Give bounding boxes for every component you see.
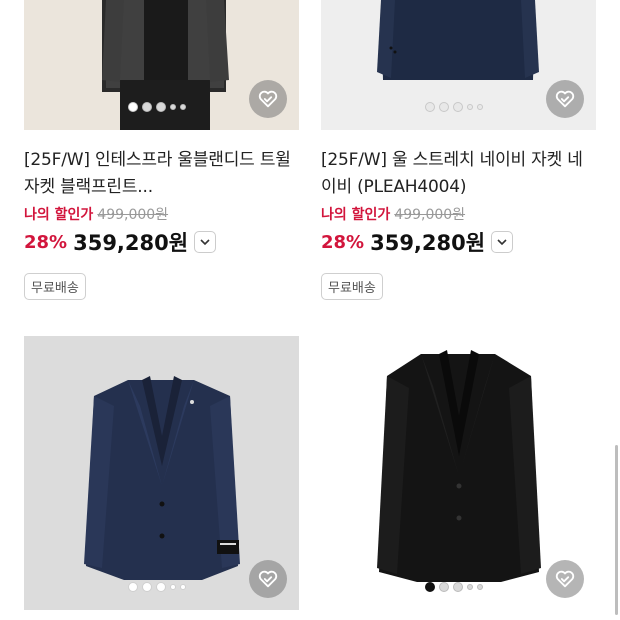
product-image[interactable] bbox=[321, 336, 596, 610]
wishlist-button[interactable] bbox=[546, 560, 584, 598]
sale-price: 359,280원 bbox=[73, 231, 189, 255]
chevron-down-icon bbox=[200, 239, 210, 246]
heart-check-icon bbox=[258, 90, 278, 108]
sale-label: 나의 할인가 bbox=[321, 207, 391, 223]
product-card[interactable]: [25F/W] 인테스프라 울블랜디드 트윌 자켓 블랙프린트... 나의 할인… bbox=[24, 0, 299, 300]
pager-dot[interactable] bbox=[142, 102, 152, 112]
discount-rate: 28% bbox=[24, 231, 68, 253]
price-detail-toggle[interactable] bbox=[491, 231, 514, 253]
product-image[interactable] bbox=[24, 0, 299, 130]
scrollbar[interactable] bbox=[615, 445, 618, 615]
free-shipping-badge: 무료배송 bbox=[24, 273, 86, 300]
price-detail-toggle[interactable] bbox=[194, 231, 217, 253]
pager-dot[interactable] bbox=[453, 582, 463, 592]
heart-check-icon bbox=[258, 570, 278, 588]
pager-dot[interactable] bbox=[142, 582, 152, 592]
pager-dot[interactable] bbox=[128, 102, 138, 112]
product-card[interactable] bbox=[24, 336, 299, 610]
product-name[interactable]: [25F/W] 울 스트레치 네이비 자켓 네이비 (PLEAH4004) bbox=[321, 147, 596, 201]
product-image[interactable] bbox=[321, 0, 596, 130]
pager-dot[interactable] bbox=[170, 104, 176, 110]
sale-label: 나의 할인가 bbox=[24, 207, 94, 223]
product-card[interactable] bbox=[321, 336, 596, 610]
pager-dot[interactable] bbox=[156, 582, 166, 592]
product-card[interactable]: [25F/W] 울 스트레치 네이비 자켓 네이비 (PLEAH4004) 나의… bbox=[321, 0, 596, 300]
free-shipping-badge: 무료배송 bbox=[321, 273, 383, 300]
pager-dot[interactable] bbox=[128, 582, 138, 592]
discount-rate: 28% bbox=[321, 231, 365, 253]
product-name[interactable]: [25F/W] 인테스프라 울블랜디드 트윌 자켓 블랙프린트... bbox=[24, 147, 299, 201]
pager-dot[interactable] bbox=[477, 104, 483, 110]
pager-dot[interactable] bbox=[453, 102, 463, 112]
wishlist-button[interactable] bbox=[249, 80, 287, 118]
wishlist-button[interactable] bbox=[249, 560, 287, 598]
sale-price: 359,280원 bbox=[370, 231, 486, 255]
chevron-down-icon bbox=[497, 239, 507, 246]
pager-dot[interactable] bbox=[425, 582, 435, 592]
original-price: 499,000원 bbox=[97, 207, 169, 223]
wishlist-button[interactable] bbox=[546, 80, 584, 118]
pager-dot[interactable] bbox=[439, 582, 449, 592]
pager-dot[interactable] bbox=[156, 102, 166, 112]
product-image[interactable] bbox=[24, 336, 299, 610]
pager-dot[interactable] bbox=[467, 584, 473, 590]
pager-dot[interactable] bbox=[180, 104, 186, 110]
pager-dot[interactable] bbox=[425, 102, 435, 112]
heart-check-icon bbox=[555, 570, 575, 588]
pager-dot[interactable] bbox=[180, 584, 186, 590]
pager-dot[interactable] bbox=[477, 584, 483, 590]
original-price: 499,000원 bbox=[394, 207, 466, 223]
pager-dot[interactable] bbox=[467, 104, 473, 110]
pager-dot[interactable] bbox=[170, 584, 176, 590]
heart-check-icon bbox=[555, 90, 575, 108]
pager-dot[interactable] bbox=[439, 102, 449, 112]
